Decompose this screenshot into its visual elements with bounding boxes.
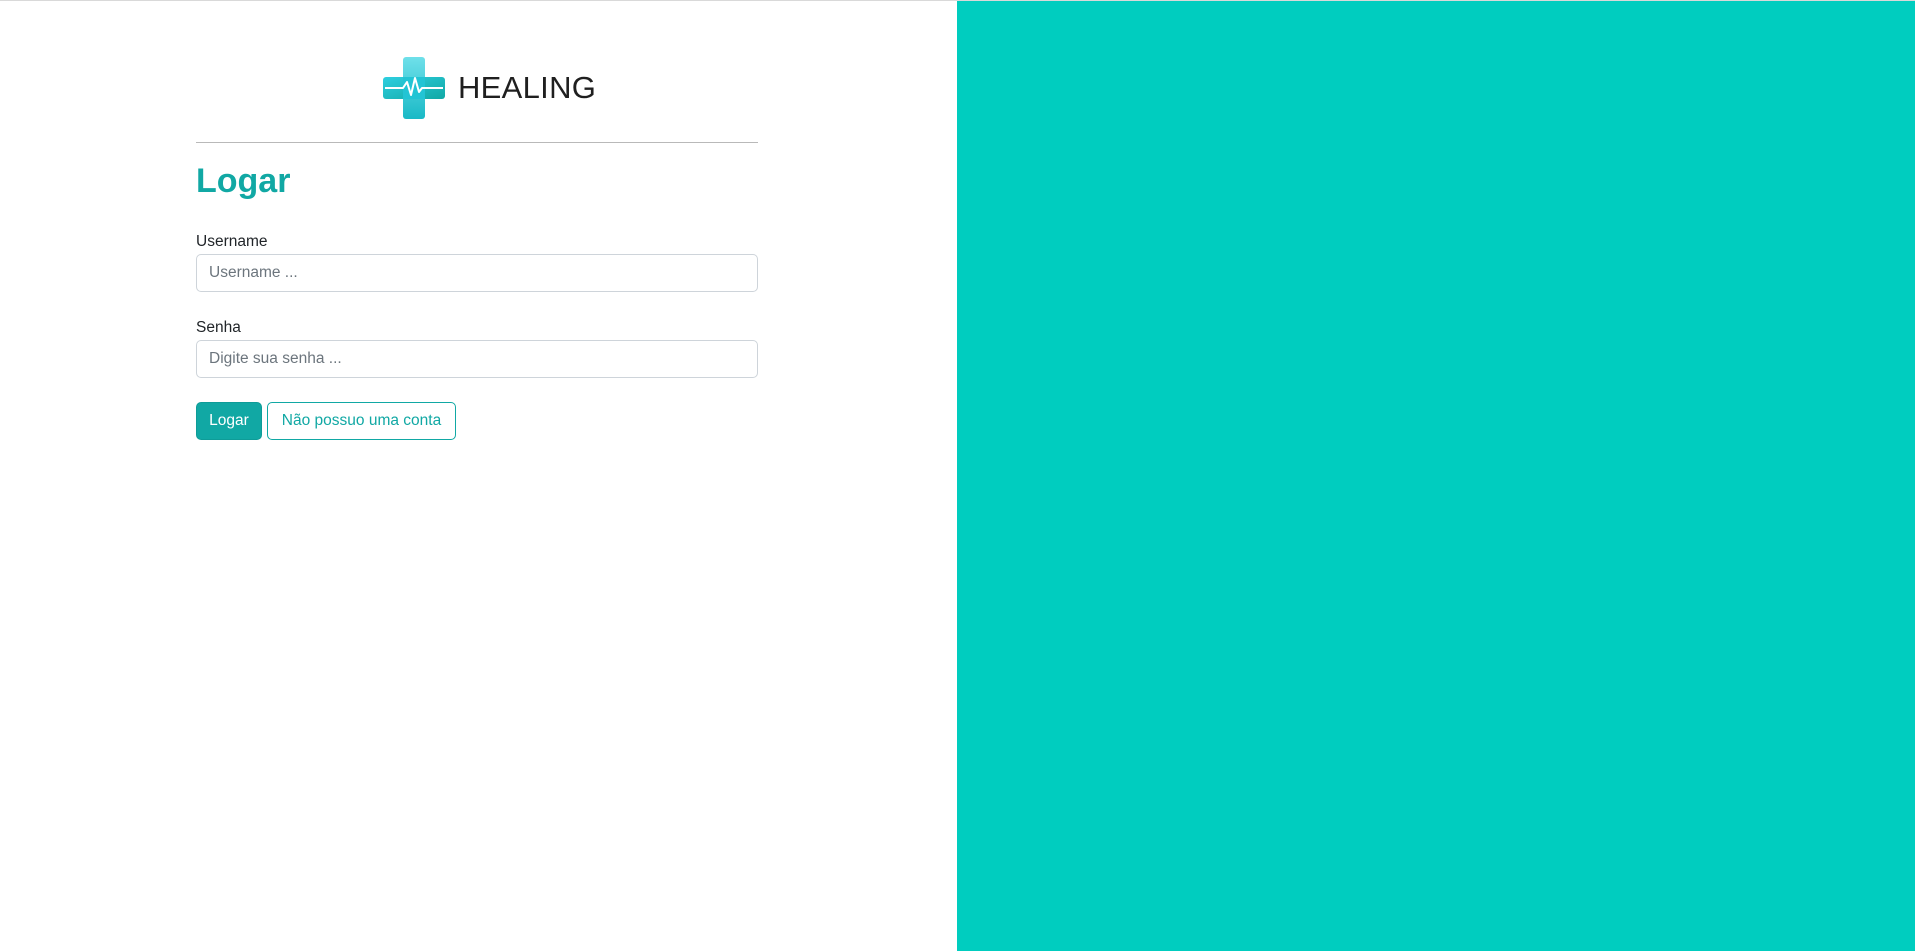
username-input[interactable] (196, 254, 758, 292)
login-page: HEALING Logar Username Senha Logar Não p… (0, 0, 1915, 951)
login-panel: HEALING Logar Username Senha Logar Não p… (0, 1, 957, 951)
medical-cross-heartbeat-icon (383, 57, 445, 119)
login-button[interactable]: Logar (196, 402, 262, 440)
password-input[interactable] (196, 340, 758, 378)
no-account-button[interactable]: Não possuo uma conta (267, 402, 456, 440)
username-label: Username (196, 233, 268, 250)
form-title: Logar (196, 162, 291, 200)
divider (196, 142, 758, 143)
brand: HEALING (383, 57, 596, 119)
brand-name: HEALING (458, 70, 597, 105)
password-label: Senha (196, 319, 241, 336)
decorative-panel (957, 1, 1915, 951)
